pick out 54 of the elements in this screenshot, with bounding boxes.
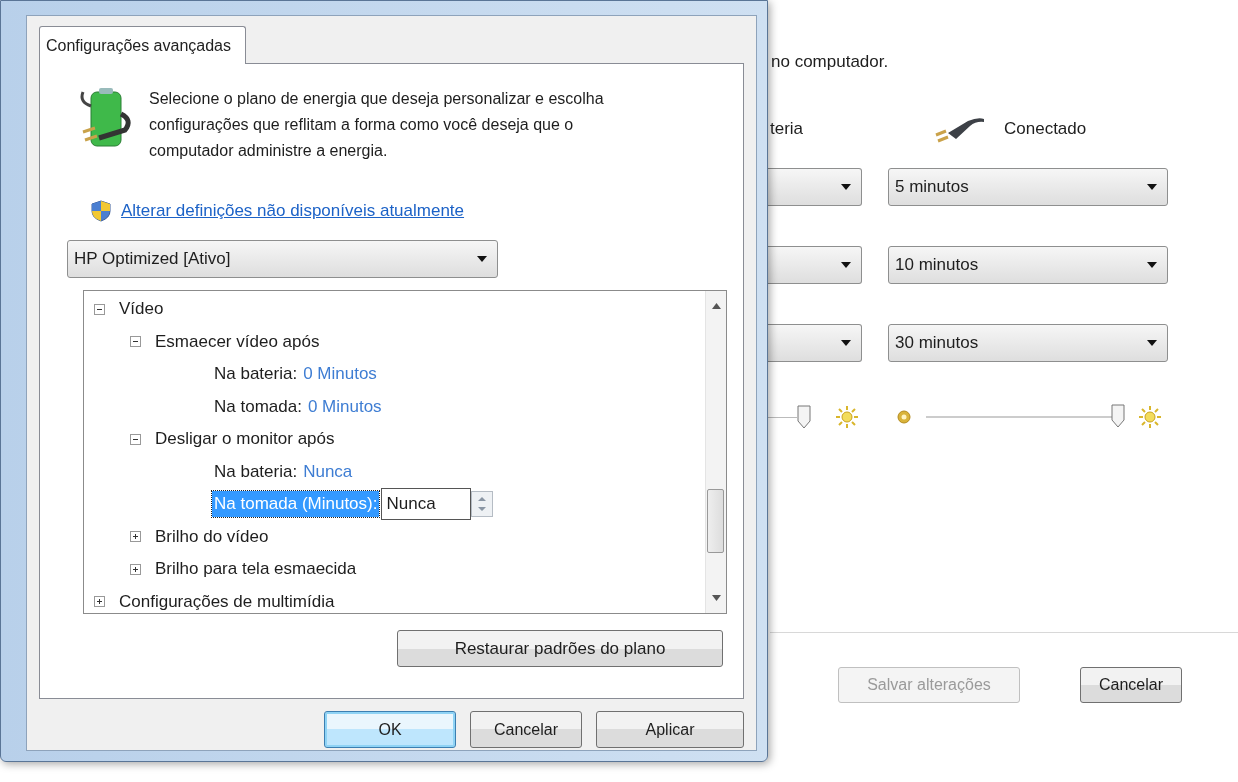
- caret-icon: [841, 184, 851, 190]
- dim-icon: [896, 409, 912, 425]
- setting-label[interactable]: Na tomada:: [212, 393, 304, 420]
- admin-link[interactable]: Alterar definições não disponíveis atualmente: [121, 201, 465, 221]
- tree-item[interactable]: Brilho do vídeo: [153, 523, 271, 550]
- brightness-slider[interactable]: [926, 404, 1124, 430]
- caret-icon: [477, 256, 487, 262]
- tree-item[interactable]: Brilho para tela esmaecida: [153, 556, 359, 583]
- slider-thumb[interactable]: [797, 405, 811, 429]
- expander-icon[interactable]: [130, 531, 141, 543]
- spinner-icon[interactable]: [471, 491, 494, 518]
- tree-item[interactable]: Vídeo: [117, 296, 166, 323]
- expander-icon[interactable]: [130, 433, 141, 445]
- dropdown[interactable]: 30 minutos: [888, 324, 1168, 362]
- setting-label[interactable]: Na bateria:: [212, 458, 300, 485]
- dialog-button[interactable]: Aplicar: [596, 711, 744, 748]
- intro-text: no computador.: [771, 52, 889, 72]
- tree-item[interactable]: Desligar o monitor após: [153, 426, 337, 453]
- setting-value: 0 Minutos: [307, 396, 382, 417]
- footer-button[interactable]: Cancelar: [1080, 667, 1183, 703]
- setting-value: Nunca: [303, 461, 353, 482]
- dialog-button[interactable]: OK: [324, 711, 456, 748]
- dropdown[interactable]: 5 minutos: [888, 168, 1168, 206]
- caret-icon: [1147, 184, 1157, 190]
- scroll-up-icon[interactable]: [711, 303, 721, 309]
- sun-icon: [835, 405, 859, 429]
- battery-plug-icon: [79, 86, 133, 150]
- dropdown[interactable]: 10 minutos: [888, 246, 1168, 284]
- caret-icon: [841, 340, 851, 346]
- tree-item[interactable]: Configurações de multimídia: [117, 588, 337, 613]
- sun-icon: [1138, 405, 1162, 429]
- scroll-thumb[interactable]: [707, 489, 724, 553]
- caret-icon: [1147, 262, 1157, 268]
- expander-icon[interactable]: [94, 303, 105, 315]
- column-header: teria: [770, 118, 804, 140]
- plan-dropdown[interactable]: HP Optimized [Ativo]: [67, 240, 498, 278]
- expander-icon[interactable]: [130, 336, 141, 348]
- caret-icon: [1147, 340, 1157, 346]
- description-text: Selecione o plano de energia que deseja personalizar e escolha configurações que reflitam a forma como você deseja que o computador administre a energia.: [149, 89, 605, 161]
- setting-value: 0 Minutos: [303, 364, 377, 385]
- slider-thumb[interactable]: [1111, 404, 1126, 428]
- caret-icon: [841, 262, 851, 268]
- scroll-down-icon[interactable]: [711, 595, 721, 601]
- value-input[interactable]: Nunca: [381, 488, 472, 521]
- setting-label[interactable]: Na bateria:: [212, 361, 300, 388]
- tab[interactable]: Configurações avançadas: [39, 26, 246, 64]
- tree-item[interactable]: Esmaecer vídeo após: [153, 328, 322, 355]
- scrollbar[interactable]: [705, 291, 726, 613]
- column-header: Conectado: [1004, 119, 1087, 139]
- restore-button[interactable]: Restaurar padrões do plano: [397, 630, 723, 667]
- expander-icon[interactable]: [130, 563, 141, 575]
- dialog-button[interactable]: Cancelar: [470, 711, 582, 748]
- shield-icon: [91, 200, 111, 222]
- expander-icon[interactable]: [94, 596, 105, 608]
